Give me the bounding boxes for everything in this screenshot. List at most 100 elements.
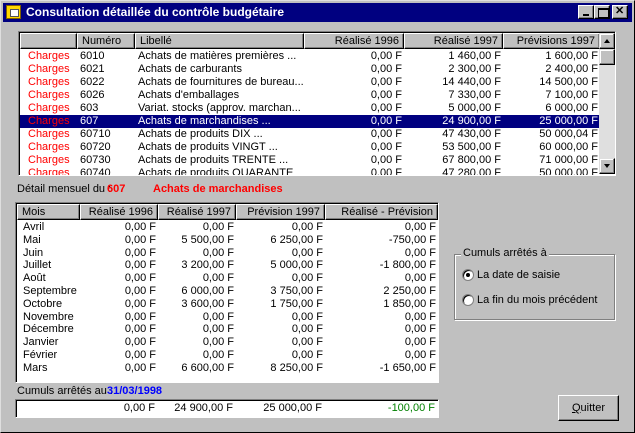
account-row[interactable]: Charges 607 Achats de marchandises ... 0,00…	[20, 115, 600, 128]
detail-label: Détail mensuel du :	[17, 183, 112, 195]
account-row[interactable]: Charges 6022 Achats de fournitures de bure…	[20, 76, 600, 89]
monthly-cell-0: Juin	[23, 246, 44, 259]
account-cell-0: Charges	[28, 76, 70, 88]
maximize-button[interactable]	[594, 5, 610, 19]
monthly-row[interactable]: Septembre 0,00 F 6 000,00 F 3 750,00 F 2 250…	[17, 285, 438, 298]
monthly-cell-4: -1 650,00 F	[379, 361, 436, 374]
monthly-row[interactable]: Août 0,00 F 0,00 F 0,00 F 0,00 F	[17, 272, 438, 285]
account-cell-5: 6 000,00 F	[545, 102, 598, 114]
account-cell-1: 6010	[80, 50, 105, 62]
monthly-cell-3: 0,00 F	[291, 272, 323, 285]
account-cell-3: 0,00 F	[370, 102, 402, 114]
minimize-button[interactable]	[578, 5, 594, 19]
monthly-cell-4: 2 250,00 F	[383, 285, 436, 297]
account-cell-2: Achats de produits VINGT ...	[138, 141, 278, 153]
account-cell-2: Achats de produits QUARANTE	[138, 167, 294, 176]
accounts-header-2[interactable]: Libellé	[135, 33, 304, 49]
monthly-row[interactable]: Novembre 0,00 F 0,00 F 0,00 F 0,00 F	[17, 311, 438, 324]
accounts-header-5[interactable]: Prévisions 1997	[503, 33, 600, 49]
radio-date-saisie-label[interactable]: La date de saisie	[477, 269, 560, 281]
account-cell-2: Achats de produits TRENTE ...	[138, 154, 289, 166]
account-cell-2: Achats de carburants	[138, 63, 242, 75]
accounts-scrollbar[interactable]	[599, 33, 615, 174]
monthly-cell-3: 3 750,00 F	[270, 285, 323, 297]
monthly-header-3[interactable]: Prévision 1997	[236, 204, 325, 220]
monthly-row[interactable]: Mai 0,00 F 5 500,00 F 6 250,00 F -750,00 F	[17, 234, 438, 247]
monthly-cell-1: 0,00 F	[124, 349, 156, 361]
monthly-cell-1: 0,00 F	[124, 310, 156, 323]
monthly-row[interactable]: Juin 0,00 F 0,00 F 0,00 F 0,00 F	[17, 247, 438, 260]
monthly-cell-2: 6 600,00 F	[181, 361, 234, 374]
monthly-cell-0: Avril	[23, 221, 45, 233]
scroll-up-button[interactable]	[599, 33, 615, 49]
app-icon[interactable]	[6, 5, 21, 19]
monthly-cell-3: 0,00 F	[291, 221, 323, 233]
account-row[interactable]: Charges 6026 Achats d'emballages 0,00 F 7 33…	[20, 89, 600, 102]
monthly-row[interactable]: Janvier 0,00 F 0,00 F 0,00 F 0,00 F	[17, 336, 438, 349]
monthly-cell-4: 0,00 F	[404, 323, 436, 336]
title-bar[interactable]: Consultation détaillée du contrôle budgé…	[3, 3, 632, 22]
monthly-row[interactable]: Octobre 0,00 F 3 600,00 F 1 750,00 F 1 850,0…	[17, 298, 438, 311]
monthly-cell-3: 0,00 F	[291, 310, 323, 323]
account-row[interactable]: Charges 60710 Achats de produits DIX ... 0,…	[20, 128, 600, 141]
monthly-cell-1: 0,00 F	[124, 272, 156, 285]
radio-fin-mois-label[interactable]: La fin du mois précédent	[477, 294, 597, 306]
scroll-thumb[interactable]	[599, 49, 615, 65]
account-row[interactable]: Charges 60740 Achats de produits QUARANTE 0…	[20, 167, 600, 176]
monthly-cell-4: 0,00 F	[404, 246, 436, 259]
monthly-row[interactable]: Février 0,00 F 0,00 F 0,00 F 0,00 F	[17, 349, 438, 362]
account-cell-0: Charges	[28, 89, 70, 101]
monthly-cell-4: 0,00 F	[404, 272, 436, 285]
monthly-cell-0: Janvier	[23, 336, 59, 349]
accounts-header-0[interactable]	[20, 33, 77, 49]
monthly-cell-2: 0,00 F	[202, 349, 234, 361]
account-cell-2: Achats de marchandises ...	[138, 115, 271, 127]
account-row[interactable]: Charges 603 Variat. stocks (approv. marcha…	[20, 102, 600, 115]
monthly-cell-1: 0,00 F	[124, 285, 156, 297]
cumul-date: 31/03/1998	[107, 385, 163, 397]
account-cell-4: 53 500,00 F	[442, 141, 501, 153]
account-cell-4: 24 900,00 F	[442, 115, 501, 127]
account-cell-1: 6022	[80, 76, 105, 88]
accounts-header-4[interactable]: Réalisé 1997	[404, 33, 503, 49]
window-title: Consultation détaillée du contrôle budgé…	[26, 5, 285, 19]
account-cell-1: 6021	[80, 63, 105, 75]
account-cell-0: Charges	[28, 128, 70, 140]
account-cell-1: 6026	[80, 89, 105, 101]
monthly-row[interactable]: Avril 0,00 F 0,00 F 0,00 F 0,00 F	[17, 221, 438, 234]
account-row[interactable]: Charges 6021 Achats de carburants 0,00 F 2 3…	[20, 63, 600, 76]
account-row[interactable]: Charges 60720 Achats de produits VINGT ...…	[20, 141, 600, 154]
quit-button[interactable]: Quitter	[558, 395, 619, 421]
monthly-cell-2: 0,00 F	[202, 336, 234, 349]
monthly-header-0[interactable]: Mois	[17, 204, 80, 220]
detail-account-name: Achats de marchandises	[153, 183, 283, 195]
monthly-header-2[interactable]: Réalisé 1997	[158, 204, 236, 220]
monthly-cell-2: 6 000,00 F	[181, 285, 234, 297]
account-cell-2: Variat. stocks (approv. marchan...	[138, 102, 301, 114]
scroll-down-button[interactable]	[599, 158, 615, 174]
monthly-row[interactable]: Mars 0,00 F 6 600,00 F 8 250,00 F -1 650,00 …	[17, 362, 438, 375]
monthly-cell-1: 0,00 F	[124, 323, 156, 336]
cumul-options-group: Cumuls arrêtés à La date de saisie La fi…	[454, 247, 615, 320]
account-cell-5: 71 000,00 F	[539, 154, 598, 166]
monthly-cell-3: 0,00 F	[291, 349, 323, 361]
account-cell-2: Achats de produits DIX ...	[138, 128, 263, 140]
monthly-header-1[interactable]: Réalisé 1996	[80, 204, 158, 220]
monthly-row[interactable]: Décembre 0,00 F 0,00 F 0,00 F 0,00 F	[17, 323, 438, 336]
accounts-header-1[interactable]: Numéro	[77, 33, 135, 49]
close-button[interactable]	[612, 4, 628, 19]
radio-date-saisie[interactable]	[462, 269, 474, 281]
radio-fin-mois[interactable]	[462, 294, 474, 306]
monthly-table[interactable]: Mois Réalisé 1996 Réalisé 1997 Prévision 19…	[15, 202, 439, 383]
account-row[interactable]: Charges 60730 Achats de produits TRENTE ..…	[20, 154, 600, 167]
accounts-header-3[interactable]: Réalisé 1996	[304, 33, 404, 49]
monthly-header-4[interactable]: Réalisé - Prévision	[325, 204, 438, 220]
account-cell-4: 7 330,00 F	[448, 89, 501, 101]
accounts-list[interactable]: Numéro Libellé Réalisé 1996 Réalisé 1997 Pré…	[18, 31, 616, 176]
monthly-cell-1: 0,00 F	[124, 233, 156, 246]
account-row[interactable]: Charges 6010 Achats de matières premières …	[20, 50, 600, 63]
monthly-cell-0: Février	[23, 349, 58, 361]
monthly-cell-2: 3 600,00 F	[181, 297, 234, 310]
monthly-row[interactable]: Juillet 0,00 F 3 200,00 F 5 000,00 F -1 800,…	[17, 259, 438, 272]
cumul-total-3: -100,00 F	[387, 402, 435, 414]
